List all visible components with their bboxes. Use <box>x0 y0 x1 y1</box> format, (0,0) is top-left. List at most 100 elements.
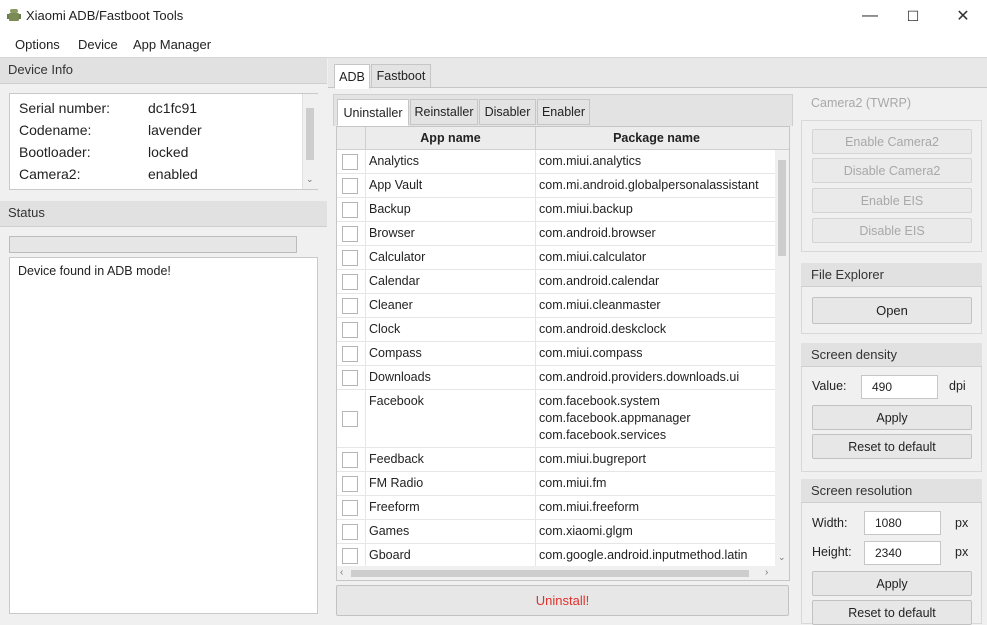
table-row[interactable]: Cleaner com.miui.cleanmaster <box>337 294 776 318</box>
row-checkbox[interactable] <box>342 500 358 516</box>
density-reset-button[interactable]: Reset to default <box>812 434 972 459</box>
enable-camera2-button[interactable]: Enable Camera2 <box>812 129 972 154</box>
file-explorer-header: File Explorer <box>801 263 982 287</box>
enable-eis-button[interactable]: Enable EIS <box>812 188 972 213</box>
row-checkbox[interactable] <box>342 346 358 362</box>
tab-reinstaller[interactable]: Reinstaller <box>410 99 478 125</box>
codename-value: lavender <box>148 122 202 138</box>
resolution-reset-button[interactable]: Reset to default <box>812 600 972 625</box>
status-progress-bar <box>9 236 297 253</box>
app-name-cell: Facebook <box>369 394 424 408</box>
row-checkbox[interactable] <box>342 548 358 564</box>
row-checkbox[interactable] <box>342 524 358 540</box>
width-input[interactable]: 1080 <box>864 511 941 535</box>
package-name-cell: com.mi.android.globalpersonalassistant <box>539 178 759 192</box>
column-separator <box>365 150 366 173</box>
device-info-scrollbar[interactable]: ⌄ <box>302 94 318 189</box>
camera2-header: Camera2 (TWRP) <box>811 96 912 110</box>
tab-disabler[interactable]: Disabler <box>479 99 536 125</box>
table-row[interactable]: Feedback com.miui.bugreport <box>337 448 776 472</box>
row-checkbox[interactable] <box>342 370 358 386</box>
table-vertical-scrollbar[interactable]: ⌄ <box>775 150 789 566</box>
table-row[interactable]: Backup com.miui.backup <box>337 198 776 222</box>
table-row[interactable]: Clock com.android.deskclock <box>337 318 776 342</box>
table-row[interactable]: Calendar com.android.calendar <box>337 270 776 294</box>
column-separator <box>535 174 536 197</box>
height-input[interactable]: 2340 <box>864 541 941 565</box>
package-name-cell: com.android.calendar <box>539 274 660 288</box>
table-row[interactable]: App Vault com.mi.android.globalpersonalas… <box>337 174 776 198</box>
density-input[interactable]: 490 <box>861 375 938 399</box>
row-checkbox[interactable] <box>342 154 358 170</box>
density-value-label: Value: <box>812 379 847 393</box>
height-unit-label: px <box>955 545 969 559</box>
package-name-cell: com.xiaomi.glgm <box>539 524 633 538</box>
open-file-explorer-button[interactable]: Open <box>812 297 972 324</box>
column-separator <box>365 544 366 566</box>
menu-app-manager[interactable]: App Manager <box>133 37 211 52</box>
row-checkbox[interactable] <box>342 178 358 194</box>
column-separator <box>535 294 536 317</box>
table-row[interactable]: Facebook com.facebook.system com.facebook.… <box>337 390 776 448</box>
row-checkbox[interactable] <box>342 202 358 218</box>
scrollbar-thumb[interactable] <box>778 160 786 256</box>
column-separator <box>365 222 366 245</box>
row-checkbox[interactable] <box>342 298 358 314</box>
disable-camera2-button[interactable]: Disable Camera2 <box>812 158 972 183</box>
minimize-button[interactable]: — <box>847 0 893 32</box>
column-separator <box>365 366 366 389</box>
package-name-cell: com.facebook.appmanager <box>539 411 691 425</box>
maximize-button[interactable]: ☐ <box>890 0 936 32</box>
scrollbar-thumb[interactable] <box>306 108 314 160</box>
package-name-cell: com.android.providers.downloads.ui <box>539 370 740 384</box>
tab-enabler[interactable]: Enabler <box>537 99 590 125</box>
uninstall-button[interactable]: Uninstall! <box>336 585 789 616</box>
chevron-down-icon[interactable]: ⌄ <box>778 552 786 563</box>
minimize-icon: — <box>862 7 878 24</box>
package-name-cell: com.android.deskclock <box>539 322 667 336</box>
column-app-name[interactable]: App name <box>366 131 535 145</box>
row-checkbox[interactable] <box>342 476 358 492</box>
package-name-cell: com.miui.fm <box>539 476 607 490</box>
table-row[interactable]: Calculator com.miui.calculator <box>337 246 776 270</box>
app-name-cell: Browser <box>369 226 415 240</box>
menu-options[interactable]: Options <box>15 37 60 52</box>
column-separator <box>535 246 536 269</box>
column-package-name[interactable]: Package name <box>536 131 777 145</box>
table-row[interactable]: Downloads com.android.providers.downloads… <box>337 366 776 390</box>
table-row[interactable]: Browser com.android.browser <box>337 222 776 246</box>
tab-uninstaller[interactable]: Uninstaller <box>337 99 409 126</box>
row-checkbox[interactable] <box>342 274 358 290</box>
app-name-cell: App Vault <box>369 178 423 192</box>
menu-device[interactable]: Device <box>78 37 118 52</box>
row-checkbox[interactable] <box>342 250 358 266</box>
package-name-cell: com.miui.cleanmaster <box>539 298 661 312</box>
table-row[interactable]: FM Radio com.miui.fm <box>337 472 776 496</box>
table-row[interactable]: Games com.xiaomi.glgm <box>337 520 776 544</box>
table-row[interactable]: Compass com.miui.compass <box>337 342 776 366</box>
row-checkbox[interactable] <box>342 452 358 468</box>
column-separator <box>365 198 366 221</box>
app-name-cell: Freeform <box>369 500 420 514</box>
tab-fastboot[interactable]: Fastboot <box>371 64 431 88</box>
table-row[interactable]: Freeform com.miui.freeform <box>337 496 776 520</box>
scrollbar-thumb[interactable] <box>351 570 749 577</box>
table-horizontal-scrollbar[interactable]: ‹ › <box>337 566 789 580</box>
row-checkbox[interactable] <box>342 322 358 338</box>
package-name-cell: com.miui.analytics <box>539 154 642 168</box>
chevron-down-icon[interactable]: ⌄ <box>306 174 314 185</box>
tab-adb[interactable]: ADB <box>334 64 370 89</box>
app-table: App name Package name Analytics com.miui.… <box>336 126 790 581</box>
close-button[interactable]: ✕ <box>940 0 986 32</box>
chevron-right-icon[interactable]: › <box>765 567 768 578</box>
chevron-left-icon[interactable]: ‹ <box>340 567 343 578</box>
column-separator <box>535 342 536 365</box>
table-row[interactable]: Gboard com.google.android.inputmethod.lat… <box>337 544 776 566</box>
row-checkbox[interactable] <box>342 226 358 242</box>
resolution-apply-button[interactable]: Apply <box>812 571 972 596</box>
table-row[interactable]: Analytics com.miui.analytics <box>337 150 776 174</box>
bootloader-label: Bootloader: <box>19 144 91 160</box>
row-checkbox[interactable] <box>342 411 358 427</box>
disable-eis-button[interactable]: Disable EIS <box>812 218 972 243</box>
density-apply-button[interactable]: Apply <box>812 405 972 430</box>
